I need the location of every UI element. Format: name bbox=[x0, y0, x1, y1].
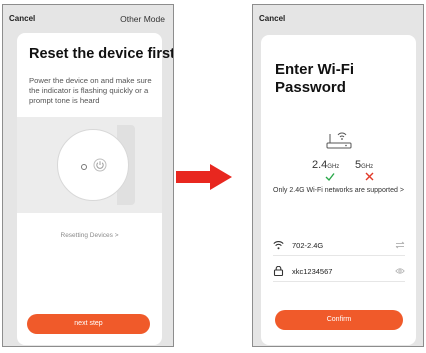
other-mode-button[interactable]: Other Mode bbox=[120, 14, 165, 24]
check-icon bbox=[325, 173, 335, 182]
wifi-router-icon bbox=[326, 132, 352, 149]
wifi-password-screen: Cancel Enter Wi-Fi Password 2.4GHz 5GHz bbox=[252, 4, 424, 347]
wifi-password-value[interactable]: xkc1234567 bbox=[292, 267, 332, 276]
wifi-icon bbox=[273, 241, 284, 250]
band-2-4ghz-unit: GHz bbox=[327, 164, 340, 170]
reset-device-screen: Cancel Other Mode Reset the device first… bbox=[2, 4, 174, 347]
device-illustration bbox=[17, 117, 162, 213]
page-title: Reset the device first. bbox=[29, 46, 174, 62]
wifi-name-value[interactable]: 702-2.4G bbox=[292, 241, 323, 250]
wifi-name-field[interactable]: 702-2.4G bbox=[273, 239, 405, 256]
page-title: Enter Wi-Fi Password bbox=[275, 61, 355, 96]
supported-networks-link[interactable]: Only 2.4G Wi-Fi networks are supported > bbox=[261, 187, 416, 194]
reset-instructions: Power the device on and make sure the in… bbox=[29, 76, 152, 105]
indicator-light bbox=[81, 164, 87, 170]
screenshot-stage: Cancel Other Mode Reset the device first… bbox=[0, 0, 426, 353]
band-5ghz-label: 5GHz bbox=[355, 159, 373, 171]
switch-network-icon[interactable] bbox=[395, 241, 405, 249]
cross-icon bbox=[365, 172, 374, 181]
cancel-button[interactable]: Cancel bbox=[9, 14, 35, 23]
top-bar: Cancel Other Mode bbox=[3, 5, 173, 27]
right-arrow-icon bbox=[176, 164, 232, 190]
band-2-4ghz-value: 2.4 bbox=[312, 159, 328, 171]
top-bar: Cancel bbox=[253, 5, 423, 27]
power-icon bbox=[93, 158, 107, 172]
band-5ghz-unit: GHz bbox=[361, 164, 374, 170]
wifi-card: Enter Wi-Fi Password 2.4GHz 5GHz Only 2.… bbox=[261, 35, 416, 345]
cancel-button[interactable]: Cancel bbox=[259, 14, 285, 23]
resetting-devices-link[interactable]: Resetting Devices > bbox=[17, 232, 162, 239]
eye-icon[interactable] bbox=[395, 267, 405, 275]
confirm-button[interactable]: Confirm bbox=[275, 310, 403, 330]
reset-card: Reset the device first. Power the device… bbox=[17, 33, 173, 345]
next-step-button[interactable]: next step bbox=[27, 314, 150, 334]
band-2-4ghz-label: 2.4GHz bbox=[312, 159, 339, 171]
wifi-password-field[interactable]: xkc1234567 bbox=[273, 265, 405, 282]
lock-icon bbox=[273, 266, 284, 276]
